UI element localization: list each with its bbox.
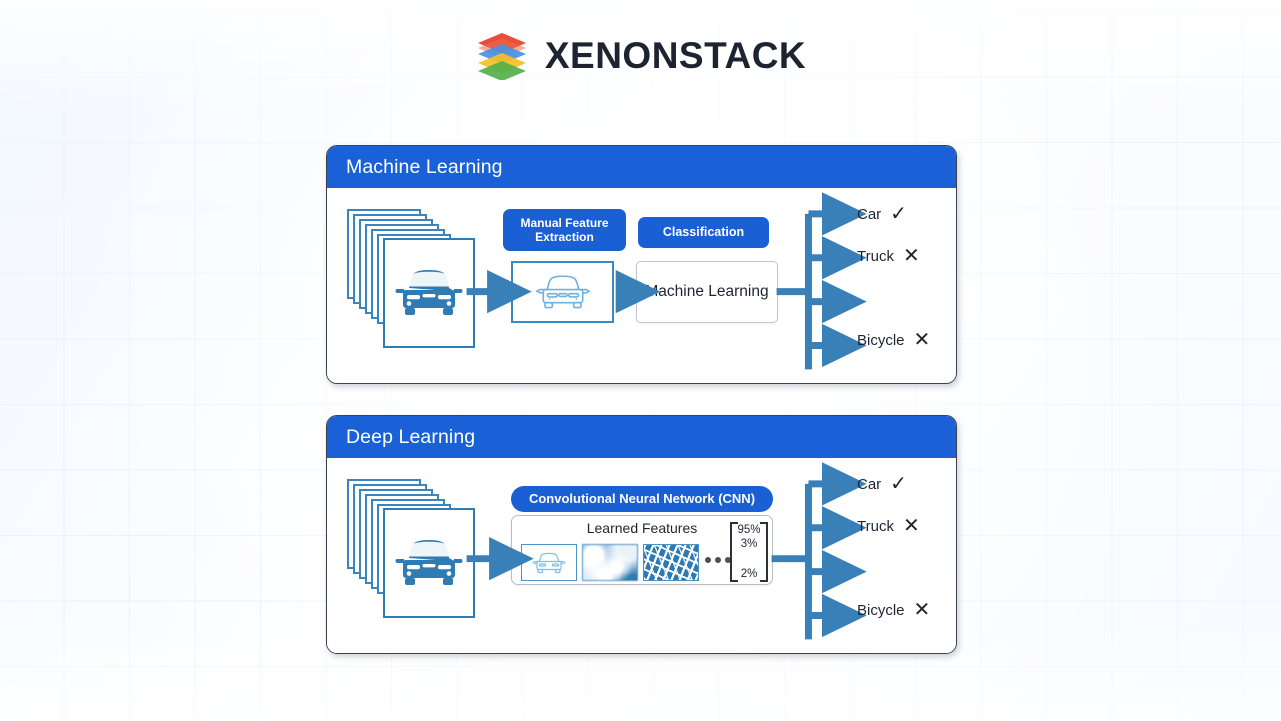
cross-icon: ✕ — [902, 515, 920, 537]
output-row-truck: Truck ✕ — [857, 246, 920, 266]
check-icon: ✓ — [890, 473, 907, 495]
output-label: Car — [857, 205, 882, 223]
output-row-truck: Truck ✕ — [857, 516, 920, 536]
car-outline-icon — [532, 552, 566, 573]
output-row-bicycle: Bicycle ✕ — [857, 330, 930, 350]
probability-value: 2% — [740, 568, 758, 580]
output-label: Truck — [857, 517, 894, 535]
output-label: Truck — [857, 247, 894, 265]
stacked-layers-logo-icon — [477, 33, 526, 80]
output-label: Bicycle — [857, 331, 905, 349]
output-row-car: Car ✓ — [857, 204, 907, 224]
badge-convolutional-neural-network[interactable]: Convolutional Neural Network (CNN) — [511, 486, 773, 512]
panel-body-machine-learning: Manual Feature Extraction Classification… — [327, 188, 956, 383]
car-outline-icon — [535, 275, 590, 309]
car-image-stack-icon — [347, 479, 487, 618]
feature-map-ellipsis-icon — [705, 557, 731, 563]
output-label: Bicycle — [857, 601, 905, 619]
model-box-machine-learning: Machine Learning — [636, 261, 778, 323]
badge-label: Convolutional Neural Network (CNN) — [528, 491, 756, 507]
car-image-stack-icon — [347, 209, 487, 348]
badge-label: Manual Feature Extraction — [520, 215, 609, 244]
panel-title: Machine Learning — [346, 155, 503, 178]
panel-header-deep-learning: Deep Learning — [327, 416, 956, 458]
check-icon: ✓ — [890, 203, 907, 225]
probability-value: 95% — [737, 524, 761, 536]
car-front-solid-icon — [395, 540, 463, 585]
probability-vector: 95% 3% 2% — [730, 522, 768, 582]
feature-map-car-outline — [521, 544, 577, 581]
badge-classification[interactable]: Classification — [638, 217, 769, 248]
badge-manual-feature-extraction[interactable]: Manual Feature Extraction — [503, 209, 626, 251]
output-row-car: Car ✓ — [857, 474, 907, 494]
model-box-label: Machine Learning — [645, 283, 769, 300]
probability-value: 3% — [740, 538, 758, 550]
feature-map-blurred-blobs — [582, 544, 638, 581]
output-label: Car — [857, 475, 882, 493]
learned-features-box: Learned Features 95% 3% 2% — [511, 515, 773, 585]
panel-title: Deep Learning — [346, 425, 476, 448]
brand-wordmark: XENONSTACK — [544, 34, 807, 76]
cross-icon: ✕ — [902, 245, 920, 267]
panel-machine-learning: Machine Learning Manual Feature Extracti… — [326, 145, 957, 384]
panel-deep-learning: Deep Learning Convolutional Neural Netwo… — [326, 415, 957, 654]
car-front-solid-icon — [395, 270, 463, 315]
cross-icon: ✕ — [913, 599, 931, 621]
panel-header-machine-learning: Machine Learning — [327, 146, 956, 188]
brand-header: XENONSTACK — [0, 30, 1281, 80]
output-row-bicycle: Bicycle ✕ — [857, 600, 930, 620]
cross-icon: ✕ — [913, 329, 931, 351]
feature-extraction-box — [511, 261, 614, 323]
feature-map-speckles — [643, 544, 699, 581]
badge-label: Classification — [662, 225, 745, 240]
panel-body-deep-learning: Convolutional Neural Network (CNN) Learn… — [327, 458, 956, 653]
